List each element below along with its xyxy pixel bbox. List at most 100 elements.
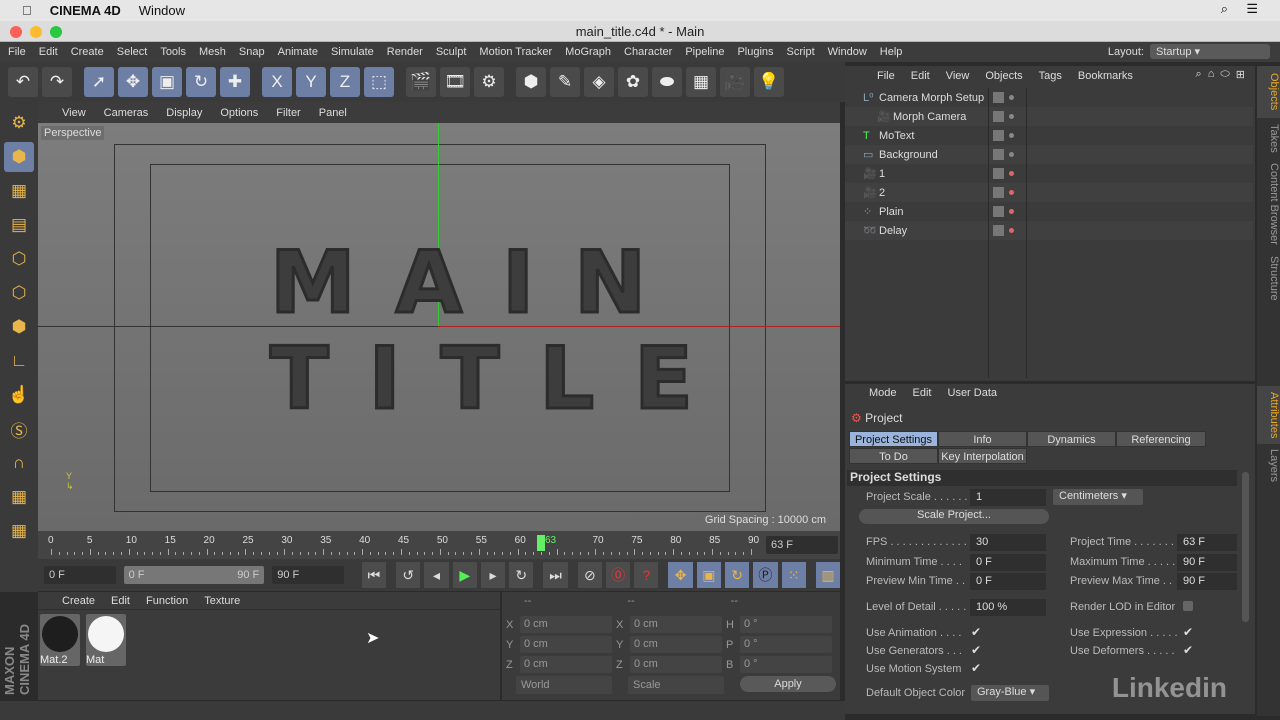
menu-mograph[interactable]: MoGraph [565, 46, 611, 58]
object-menu-bookmarks[interactable]: Bookmarks [1078, 70, 1133, 82]
visibility-dots-icon[interactable] [1009, 171, 1014, 176]
object-row[interactable]: L⁰ Camera Morph Setup [845, 88, 1253, 107]
object-menu-edit[interactable]: Edit [911, 70, 930, 82]
menu-select[interactable]: Select [117, 46, 148, 58]
side-tab-objects[interactable]: Objects [1257, 66, 1280, 118]
coord-field[interactable]: 0 cm [520, 656, 612, 673]
redo-icon[interactable]: ↷ [42, 67, 72, 97]
spotlight-search-icon[interactable]: ⌕ [1221, 1, 1228, 17]
minimize-window-button[interactable] [30, 26, 42, 38]
side-tab-structure[interactable]: Structure [1257, 252, 1280, 304]
apple-icon[interactable]:  [22, 3, 32, 18]
attributes-scrollbar[interactable] [1242, 472, 1249, 622]
end-frame-field[interactable]: 90 F [272, 566, 344, 584]
deformer-icon[interactable]: ⬬ [652, 67, 682, 97]
use-deformers-checkbox[interactable]: ✔ [1183, 643, 1193, 657]
search-icon[interactable]: ⌕ [1196, 68, 1202, 81]
notification-center-icon[interactable]: ☰ [1246, 1, 1258, 17]
editor-visibility-icon[interactable] [993, 111, 1004, 122]
material-mat-2[interactable]: Mat.2 [40, 614, 80, 666]
autokey-icon[interactable]: ⓪ [605, 562, 631, 588]
visibility-dots-icon[interactable] [1009, 133, 1014, 138]
pen-icon[interactable]: ✎ [550, 67, 580, 97]
attribute-menu-mode[interactable]: Mode [869, 387, 897, 399]
object-row[interactable]: ⁘ Plain [845, 202, 1253, 221]
editor-visibility-icon[interactable] [993, 225, 1004, 236]
camera-icon[interactable]: 🎥 [720, 67, 750, 97]
magnet-icon[interactable]: ∩ [4, 448, 34, 478]
link-icon[interactable]: ⬭ [1220, 68, 1229, 81]
scale-icon[interactable]: ▣ [152, 67, 182, 97]
axis-mode-icon[interactable]: ∟ [4, 346, 34, 376]
edges-mode-icon[interactable]: ⬡ [4, 278, 34, 308]
menu-motion-tracker[interactable]: Motion Tracker [479, 46, 552, 58]
coordinate-mode-dropdown[interactable]: World [516, 676, 612, 694]
viewport-menu-view[interactable]: View [62, 107, 86, 119]
workplane-mode-icon[interactable]: ▤ [4, 210, 34, 240]
coord-field[interactable]: 0 ° [740, 636, 832, 653]
subdivision-icon[interactable]: ◈ [584, 67, 614, 97]
new-panel-icon[interactable]: ⊞ [1236, 68, 1245, 81]
object-row[interactable]: ➿ Delay [845, 221, 1253, 240]
texture-mode-icon[interactable]: ▦ [4, 176, 34, 206]
render-lod-checkbox[interactable] [1183, 601, 1193, 611]
live-select-icon[interactable]: ✚ [220, 67, 250, 97]
app-menu-name[interactable]: CINEMA 4D [50, 3, 121, 18]
layout-dropdown[interactable]: Startup ▾ [1150, 44, 1270, 59]
material-menu-edit[interactable]: Edit [111, 595, 130, 607]
object-menu-objects[interactable]: Objects [985, 70, 1022, 82]
menu-tools[interactable]: Tools [160, 46, 186, 58]
tab-referencing[interactable]: Referencing [1116, 431, 1206, 447]
object-row[interactable]: 🎥 Morph Camera [845, 107, 1253, 126]
previous-key-icon[interactable]: ↺ [396, 562, 421, 588]
units-dropdown[interactable]: Centimeters ▾ [1053, 489, 1143, 505]
viewport-menu-display[interactable]: Display [166, 107, 202, 119]
coord-field[interactable]: 0 cm [630, 616, 722, 633]
previous-frame-icon[interactable]: ◂ [424, 562, 449, 588]
editor-visibility-icon[interactable] [993, 206, 1004, 217]
workplane-rotate-icon[interactable]: ▦ [4, 516, 34, 546]
next-frame-icon[interactable]: ▸ [480, 562, 506, 588]
coord-field[interactable]: 0 cm [630, 656, 722, 673]
menu-pipeline[interactable]: Pipeline [685, 46, 724, 58]
close-window-button[interactable] [10, 26, 22, 38]
use-generators-checkbox[interactable]: ✔ [971, 643, 981, 657]
material-menu-function[interactable]: Function [146, 595, 188, 607]
keyframe-selection-icon[interactable]: ? [634, 562, 659, 588]
material-menu-texture[interactable]: Texture [204, 595, 240, 607]
go-to-start-icon[interactable]: ⏮ [361, 562, 387, 588]
play-icon[interactable]: ▶ [452, 562, 477, 588]
coord-field[interactable]: 0 cm [520, 636, 612, 653]
coordinate-type-dropdown[interactable]: Scale [628, 676, 724, 694]
coordinate-system-icon[interactable]: ⬚ [364, 67, 394, 97]
menu-window[interactable]: Window [828, 46, 867, 58]
record-scale-icon[interactable]: ▣ [696, 562, 722, 588]
viewport-perspective[interactable]: MAIN TITLE Perspective Y ↳ Grid Spacing :… [38, 123, 840, 531]
default-object-color-dropdown[interactable]: Gray-Blue ▾ [971, 685, 1049, 701]
tab-project-settings[interactable]: Project Settings [849, 431, 938, 447]
coord-field[interactable]: 0 cm [630, 636, 722, 653]
object-row[interactable]: T MoText [845, 126, 1253, 145]
timeline-ruler[interactable]: 63 F 0 5 10 15 20 25 30 35 40 45 50 55 60 70 75 80 85 90 6… [38, 531, 840, 559]
preview-min-field[interactable]: 0 F [970, 573, 1046, 590]
minimum-time-field[interactable]: 0 F [970, 554, 1046, 571]
object-row[interactable]: 🎥 2 [845, 183, 1253, 202]
start-frame-field[interactable]: 0 F [44, 566, 116, 584]
record-rotation-icon[interactable]: ↻ [725, 562, 750, 588]
menu-create[interactable]: Create [71, 46, 104, 58]
record-position-icon[interactable]: ✥ [668, 562, 693, 588]
tab-key-interpolation[interactable]: Key Interpolation [938, 448, 1027, 464]
object-row[interactable]: ▭ Background [845, 145, 1253, 164]
viewport-menu-panel[interactable]: Panel [319, 107, 347, 119]
cube-icon[interactable]: ⬢ [516, 67, 546, 97]
rotate-icon[interactable]: ↻ [186, 67, 216, 97]
visibility-dots-icon[interactable] [1009, 228, 1014, 233]
preview-max-field[interactable]: 90 F [1177, 573, 1237, 590]
x-axis-icon[interactable]: X [262, 67, 292, 97]
render-picture-viewer-icon[interactable]: 🎞 [440, 67, 470, 97]
workplane-lock-icon[interactable]: ▦ [4, 482, 34, 512]
undo-icon[interactable]: ↶ [8, 67, 38, 97]
use-motion-system-checkbox[interactable]: ✔ [971, 661, 981, 675]
render-view-icon[interactable]: 🎬 [406, 67, 436, 97]
menu-edit[interactable]: Edit [39, 46, 58, 58]
